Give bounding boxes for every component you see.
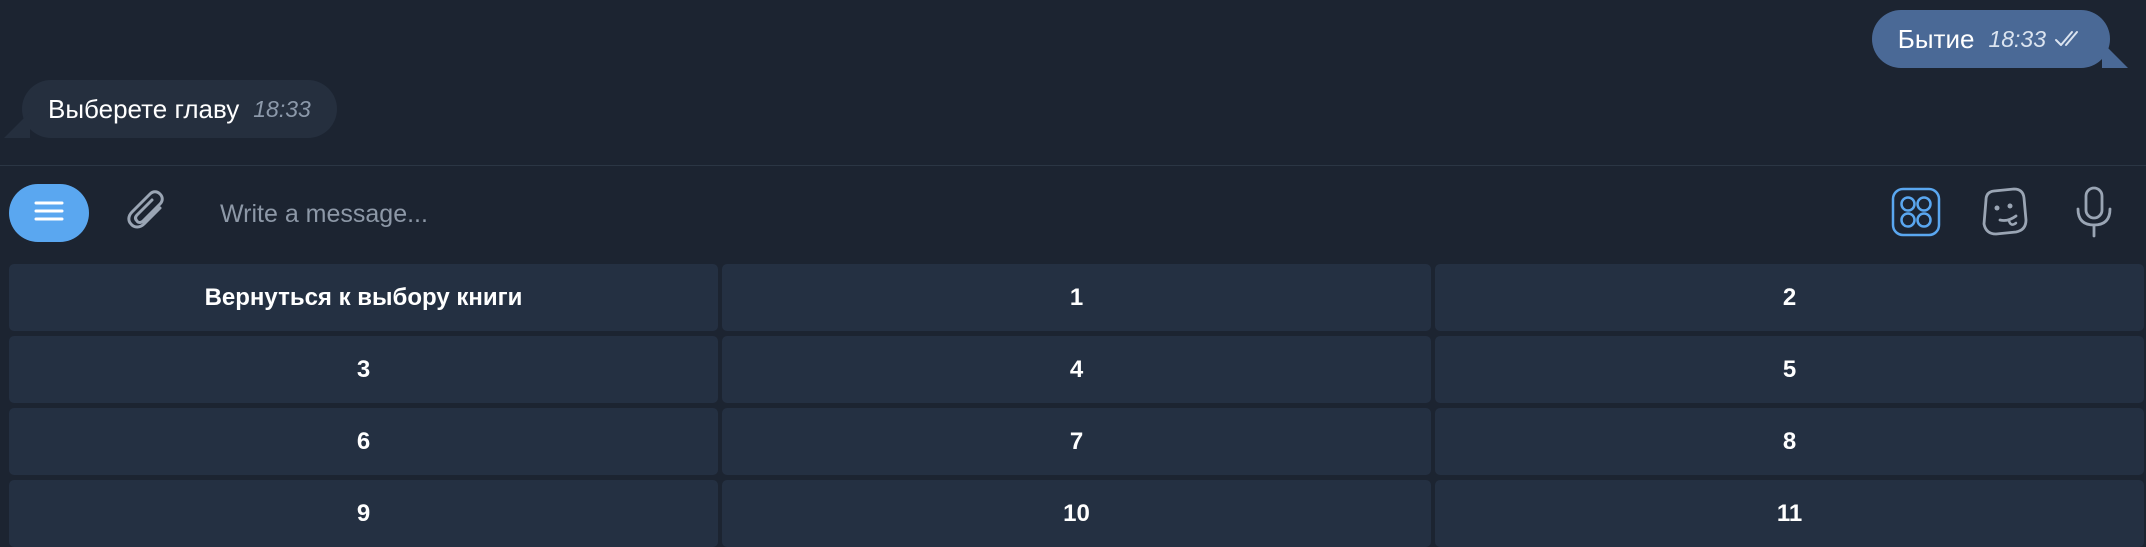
keyboard-button-chapter[interactable]: 3 bbox=[9, 336, 718, 403]
bot-apps-button[interactable] bbox=[1886, 184, 1946, 244]
voice-record-button[interactable] bbox=[2064, 184, 2124, 244]
microphone-icon bbox=[2072, 185, 2116, 244]
keyboard-button-chapter[interactable]: 9 bbox=[9, 480, 718, 547]
keyboard-button-chapter[interactable]: 5 bbox=[1435, 336, 2144, 403]
bubble-tail bbox=[2102, 42, 2128, 68]
double-check-icon bbox=[2054, 29, 2084, 49]
outgoing-message[interactable]: Бытие 18:33 bbox=[1871, 10, 2128, 68]
sticker-icon bbox=[1978, 186, 2030, 243]
message-time: 18:33 bbox=[253, 95, 311, 122]
keyboard-button-chapter[interactable]: 6 bbox=[9, 408, 718, 475]
keyboard-button-chapter[interactable]: 7 bbox=[722, 408, 1431, 475]
keyboard-button-chapter[interactable]: 4 bbox=[722, 336, 1431, 403]
keyboard-button-chapter[interactable]: 2 bbox=[1435, 264, 2144, 331]
apps-grid-icon bbox=[1891, 187, 1941, 242]
attach-button[interactable] bbox=[118, 184, 178, 244]
message-input[interactable] bbox=[218, 188, 1842, 240]
reply-keyboard: Вернуться к выбору книги 1 2 3 4 5 6 7 8… bbox=[9, 264, 2145, 547]
keyboard-button-chapter[interactable]: 11 bbox=[1435, 480, 2144, 547]
message-text: Бытие bbox=[1897, 23, 1975, 54]
paperclip-icon bbox=[124, 188, 172, 241]
menu-icon bbox=[34, 199, 64, 228]
message-text: Выберете главу bbox=[48, 93, 240, 124]
keyboard-button-chapter[interactable]: 1 bbox=[722, 264, 1431, 331]
message-time: 18:33 bbox=[1988, 25, 2046, 52]
sticker-button[interactable] bbox=[1974, 184, 2034, 244]
keyboard-button-chapter[interactable]: 10 bbox=[722, 480, 1431, 547]
message-composer bbox=[0, 166, 2146, 262]
keyboard-button-chapter[interactable]: 8 bbox=[1435, 408, 2144, 475]
chat-history: Бытие 18:33 Выберете главу 18:33 bbox=[0, 0, 2146, 165]
bot-menu-button[interactable] bbox=[9, 184, 89, 242]
keyboard-button-back-to-books[interactable]: Вернуться к выбору книги bbox=[9, 264, 718, 331]
bubble-tail bbox=[4, 112, 30, 138]
incoming-message[interactable]: Выберете главу 18:33 bbox=[4, 80, 337, 138]
